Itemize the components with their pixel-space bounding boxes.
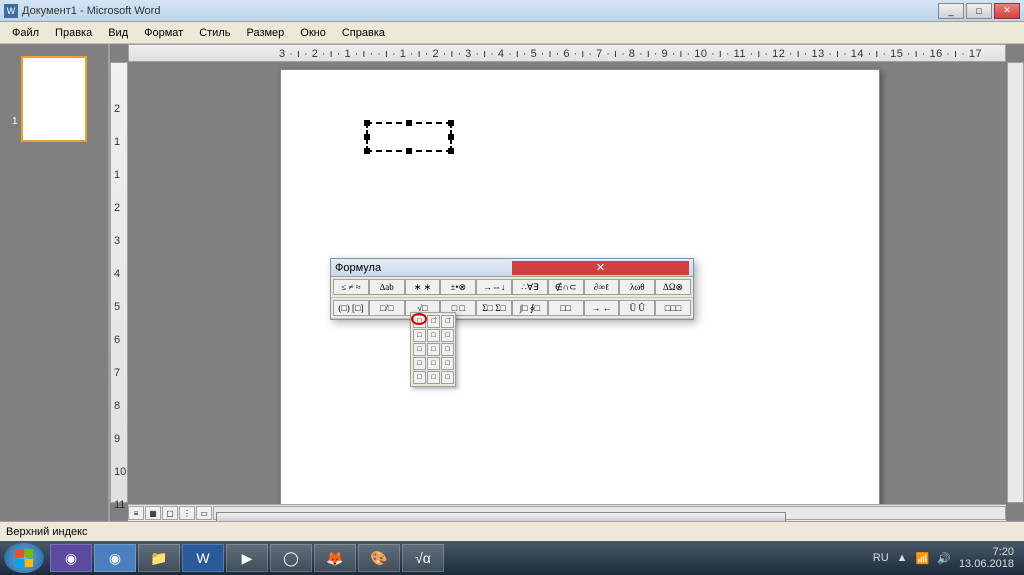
formula-title-text: Формула	[335, 262, 512, 274]
greek-lowercase-button[interactable]: λωθ	[619, 279, 655, 295]
view-normal[interactable]: ≡	[128, 506, 144, 520]
system-tray: RU ▲ 📶 🔊 7:20 13.06.2018	[873, 546, 1020, 570]
menubar: Файл Правка Вид Формат Стиль Размер Окно…	[0, 22, 1024, 44]
resize-handle[interactable]	[448, 148, 454, 154]
view-outline[interactable]: ⋮	[179, 506, 195, 520]
subscript-palette: □ □̂ □̄ □ □ □ □ □ □ □ □ □ □ □ □	[410, 312, 456, 387]
tray-lang[interactable]: RU	[873, 552, 889, 564]
vruler-marks: 21 123 456 789 1011	[114, 93, 126, 521]
taskbar-word[interactable]: W	[182, 544, 224, 572]
word-app-icon: W	[4, 4, 18, 18]
products-button[interactable]: → ←	[584, 300, 620, 316]
taskbar-paint[interactable]: 🎨	[358, 544, 400, 572]
menu-size[interactable]: Размер	[238, 25, 292, 41]
maximize-button[interactable]: □	[966, 3, 992, 19]
resize-handle[interactable]	[364, 120, 370, 126]
menu-edit[interactable]: Правка	[47, 25, 100, 41]
menu-help[interactable]: Справка	[334, 25, 393, 41]
hruler-marks: 3 · ı · 2 · ı · 1 · ı · · ı · 1 · ı · 2 …	[279, 48, 982, 60]
greek-uppercase-button[interactable]: ΔΩ⊗	[655, 279, 691, 295]
taskbar-explorer[interactable]: 📁	[138, 544, 180, 572]
tray-network-icon[interactable]: 📶	[916, 552, 930, 565]
taskbar-chrome[interactable]: ◯	[270, 544, 312, 572]
operator-symbols-button[interactable]: ±•⊗	[440, 279, 476, 295]
palette-option[interactable]: □̂	[427, 315, 440, 328]
palette-option[interactable]: □	[413, 371, 426, 384]
relational-symbols-button[interactable]: ≤ ≠ ≈	[333, 279, 369, 295]
formula-toolbar: Формула ✕ ≤ ≠ ≈ ∆ab ∗ ∗ ±•⊗ →⇔↓ ∴∀∃ ∉∩⊂ …	[330, 258, 694, 320]
equation-object[interactable]	[366, 122, 452, 152]
formula-row-symbols: ≤ ≠ ≈ ∆ab ∗ ∗ ±•⊗ →⇔↓ ∴∀∃ ∉∩⊂ ∂∞ℓ λωθ ΔΩ…	[331, 277, 693, 298]
page-thumbnail[interactable]	[21, 56, 87, 142]
vertical-scrollbar[interactable]	[1007, 62, 1024, 503]
taskbar-math[interactable]: √α	[402, 544, 444, 572]
menu-file[interactable]: Файл	[4, 25, 47, 41]
vertical-ruler[interactable]: 21 123 456 789 1011	[110, 62, 128, 503]
windows-logo-icon	[15, 549, 33, 567]
view-print[interactable]: ▢	[162, 506, 178, 520]
tray-flag-icon[interactable]: ▲	[897, 552, 908, 564]
labeled-arrow-button[interactable]: □□	[548, 300, 584, 316]
logical-symbols-button[interactable]: ∴∀∃	[512, 279, 548, 295]
menu-view[interactable]: Вид	[100, 25, 136, 41]
view-web[interactable]: ▦	[145, 506, 161, 520]
taskbar-item[interactable]: ◉	[50, 544, 92, 572]
hat-bar-button[interactable]: Ū Û	[619, 300, 655, 316]
titlebar: W Документ1 - Microsoft Word _ □ ✕	[0, 0, 1024, 22]
palette-option[interactable]: □	[427, 371, 440, 384]
page-number: 1	[12, 116, 18, 127]
taskbar-media[interactable]: ▶	[226, 544, 268, 572]
palette-option[interactable]: □̄	[441, 315, 454, 328]
tray-clock[interactable]: 7:20 13.06.2018	[959, 546, 1014, 570]
resize-handle[interactable]	[406, 148, 412, 154]
fence-templates-button[interactable]: (□) [□]	[333, 300, 369, 316]
resize-handle[interactable]	[406, 120, 412, 126]
fraction-templates-button[interactable]: □/□	[369, 300, 405, 316]
formula-toolbar-title[interactable]: Формула ✕	[331, 259, 693, 277]
palette-option[interactable]: □	[427, 329, 440, 342]
start-button[interactable]	[4, 543, 44, 573]
taskbar: ◉ ◉ 📁 W ▶ ◯ 🦊 🎨 √α RU ▲ 📶 🔊 7:20 13.06.2…	[0, 541, 1024, 575]
window-title: Документ1 - Microsoft Word	[22, 5, 936, 17]
status-text: Верхний индекс	[6, 526, 88, 538]
palette-option[interactable]: □	[441, 329, 454, 342]
status-bar: Верхний индекс	[0, 521, 1024, 541]
horizontal-ruler[interactable]: 3 · ı · 2 · ı · 1 · ı · · ı · 1 · ı · 2 …	[128, 44, 1006, 62]
palette-option[interactable]: □	[427, 357, 440, 370]
view-bar: ≡ ▦ ▢ ⋮ ▭	[128, 504, 1006, 521]
integral-templates-button[interactable]: Σ□ Σ□	[476, 300, 512, 316]
taskbar-firefox[interactable]: 🦊	[314, 544, 356, 572]
palette-option[interactable]: □	[441, 343, 454, 356]
spacing-button[interactable]: ∆ab	[369, 279, 405, 295]
palette-option[interactable]: □	[441, 371, 454, 384]
palette-option[interactable]: □	[413, 357, 426, 370]
palette-option[interactable]: □	[427, 343, 440, 356]
palette-option[interactable]: □	[413, 329, 426, 342]
palette-option[interactable]: □	[441, 357, 454, 370]
thumbnail-panel: 1	[0, 44, 110, 521]
palette-option[interactable]: □	[413, 315, 426, 328]
matrix-templates-button[interactable]: □□□	[655, 300, 691, 316]
formula-row-templates: (□) [□] □/□ √□ □ □ Σ□ Σ□ ∫□ ∮□ □□ → ← Ū …	[331, 298, 693, 319]
resize-handle[interactable]	[448, 134, 454, 140]
menu-format[interactable]: Формат	[136, 25, 191, 41]
resize-handle[interactable]	[448, 120, 454, 126]
formula-close-button[interactable]: ✕	[512, 261, 689, 275]
embellishments-button[interactable]: ∗ ∗	[405, 279, 441, 295]
arrows-button[interactable]: →⇔↓	[476, 279, 512, 295]
close-button[interactable]: ✕	[994, 3, 1020, 19]
view-reading[interactable]: ▭	[196, 506, 212, 520]
set-theory-button[interactable]: ∉∩⊂	[548, 279, 584, 295]
resize-handle[interactable]	[364, 134, 370, 140]
horizontal-scrollbar[interactable]	[213, 506, 1006, 520]
menu-style[interactable]: Стиль	[191, 25, 238, 41]
palette-option[interactable]: □	[413, 343, 426, 356]
misc-symbols-button[interactable]: ∂∞ℓ	[584, 279, 620, 295]
resize-handle[interactable]	[364, 148, 370, 154]
taskbar-item[interactable]: ◉	[94, 544, 136, 572]
menu-window[interactable]: Окно	[292, 25, 334, 41]
tray-volume-icon[interactable]: 🔊	[937, 552, 951, 565]
underbar-overbar-button[interactable]: ∫□ ∮□	[512, 300, 548, 316]
minimize-button[interactable]: _	[938, 3, 964, 19]
